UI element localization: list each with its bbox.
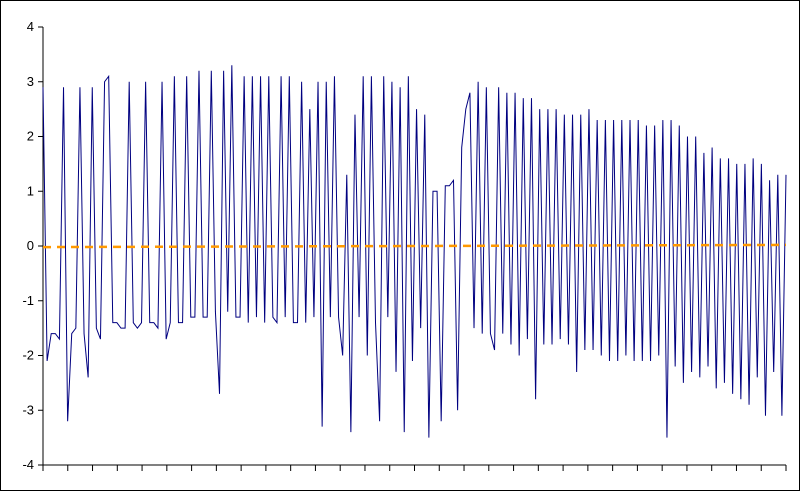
series-line-dashed — [42, 243, 787, 249]
y-tick-label: 3 — [27, 74, 34, 89]
y-tick-label: 4 — [27, 19, 34, 34]
chart-svg: 4 3 2 1 0 -1 -2 -3 -4 — [22, 19, 787, 472]
y-tick-label: 0 — [27, 238, 34, 253]
series-line-main — [42, 65, 787, 438]
y-tick-label: 2 — [27, 129, 34, 144]
y-tick-label: -4 — [22, 457, 34, 472]
y-tick-label: -3 — [22, 402, 34, 417]
chart: 4 3 2 1 0 -1 -2 -3 -4 — [0, 0, 800, 491]
y-tick-label: -2 — [22, 348, 34, 363]
y-tick-label: 1 — [27, 183, 34, 198]
y-tick-label: -1 — [22, 293, 34, 308]
